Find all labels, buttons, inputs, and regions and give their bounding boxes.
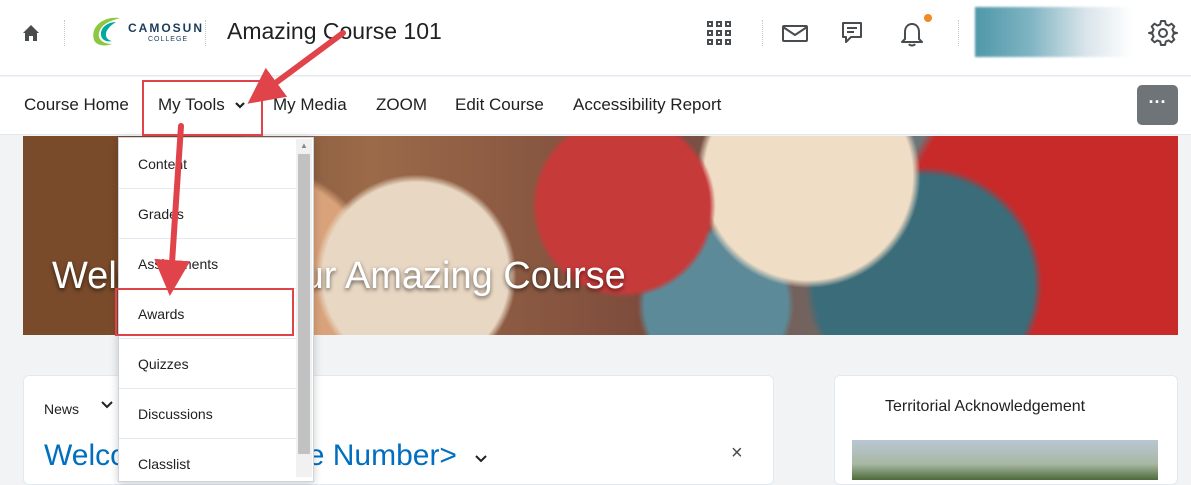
bell-icon[interactable]: [897, 18, 927, 48]
highlight-awards: [115, 288, 294, 336]
news-item-chevron-icon[interactable]: [473, 453, 489, 465]
divider: [958, 20, 959, 46]
dismiss-news-button[interactable]: ×: [731, 442, 743, 465]
menu-item-grades[interactable]: Grades: [119, 189, 297, 239]
chat-icon[interactable]: [837, 18, 867, 48]
menu-item-label: Assignments: [138, 256, 219, 272]
menu-item-label: Classlist: [138, 456, 191, 472]
territorial-widget-title: Territorial Acknowledgement: [885, 398, 1086, 415]
menu-item-label: Content: [138, 156, 188, 172]
menu-item-assignments[interactable]: Assignments: [119, 239, 297, 289]
divider: [205, 20, 206, 46]
settings-gear-icon[interactable]: [1148, 18, 1178, 48]
nav-zoom[interactable]: ZOOM: [376, 95, 427, 115]
logo-swoosh-icon: [93, 17, 120, 46]
divider: [64, 20, 65, 46]
logo-subtitle: COLLEGE: [148, 36, 189, 43]
landscape-image: [852, 440, 1158, 480]
apps-grid-icon[interactable]: [704, 18, 734, 48]
dropdown-scroll-thumb[interactable]: [298, 154, 310, 454]
scroll-up-icon[interactable]: ▲: [300, 141, 308, 150]
news-chevron-down-icon[interactable]: [100, 399, 114, 411]
user-profile-button[interactable]: [975, 7, 1132, 57]
course-title[interactable]: Amazing Course 101: [227, 18, 442, 45]
menu-item-content[interactable]: Content: [119, 139, 297, 189]
nav-my-media[interactable]: My Media: [273, 95, 347, 115]
menu-item-label: Discussions: [138, 406, 213, 422]
logo-wordmark: CAMOSUN: [128, 21, 204, 35]
news-widget-title: News: [44, 401, 80, 417]
menu-item-label: Quizzes: [138, 356, 189, 372]
highlight-my-tools: [142, 80, 263, 136]
top-header: CAMOSUN COLLEGE Amazing Course 101: [0, 0, 1191, 76]
menu-item-quizzes[interactable]: Quizzes: [119, 339, 297, 389]
nav-edit-course[interactable]: Edit Course: [455, 95, 544, 115]
nav-course-home[interactable]: Course Home: [24, 95, 129, 115]
home-icon[interactable]: [20, 22, 42, 44]
camosun-logo[interactable]: CAMOSUN COLLEGE: [86, 12, 202, 52]
divider: [762, 20, 763, 46]
notification-dot: [924, 14, 932, 22]
menu-item-label: Grades: [138, 206, 184, 222]
nav-accessibility-report[interactable]: Accessibility Report: [573, 95, 721, 115]
menu-item-discussions[interactable]: Discussions: [119, 389, 297, 439]
more-menu-button[interactable]: ···: [1137, 85, 1178, 125]
mail-icon[interactable]: [780, 18, 810, 48]
